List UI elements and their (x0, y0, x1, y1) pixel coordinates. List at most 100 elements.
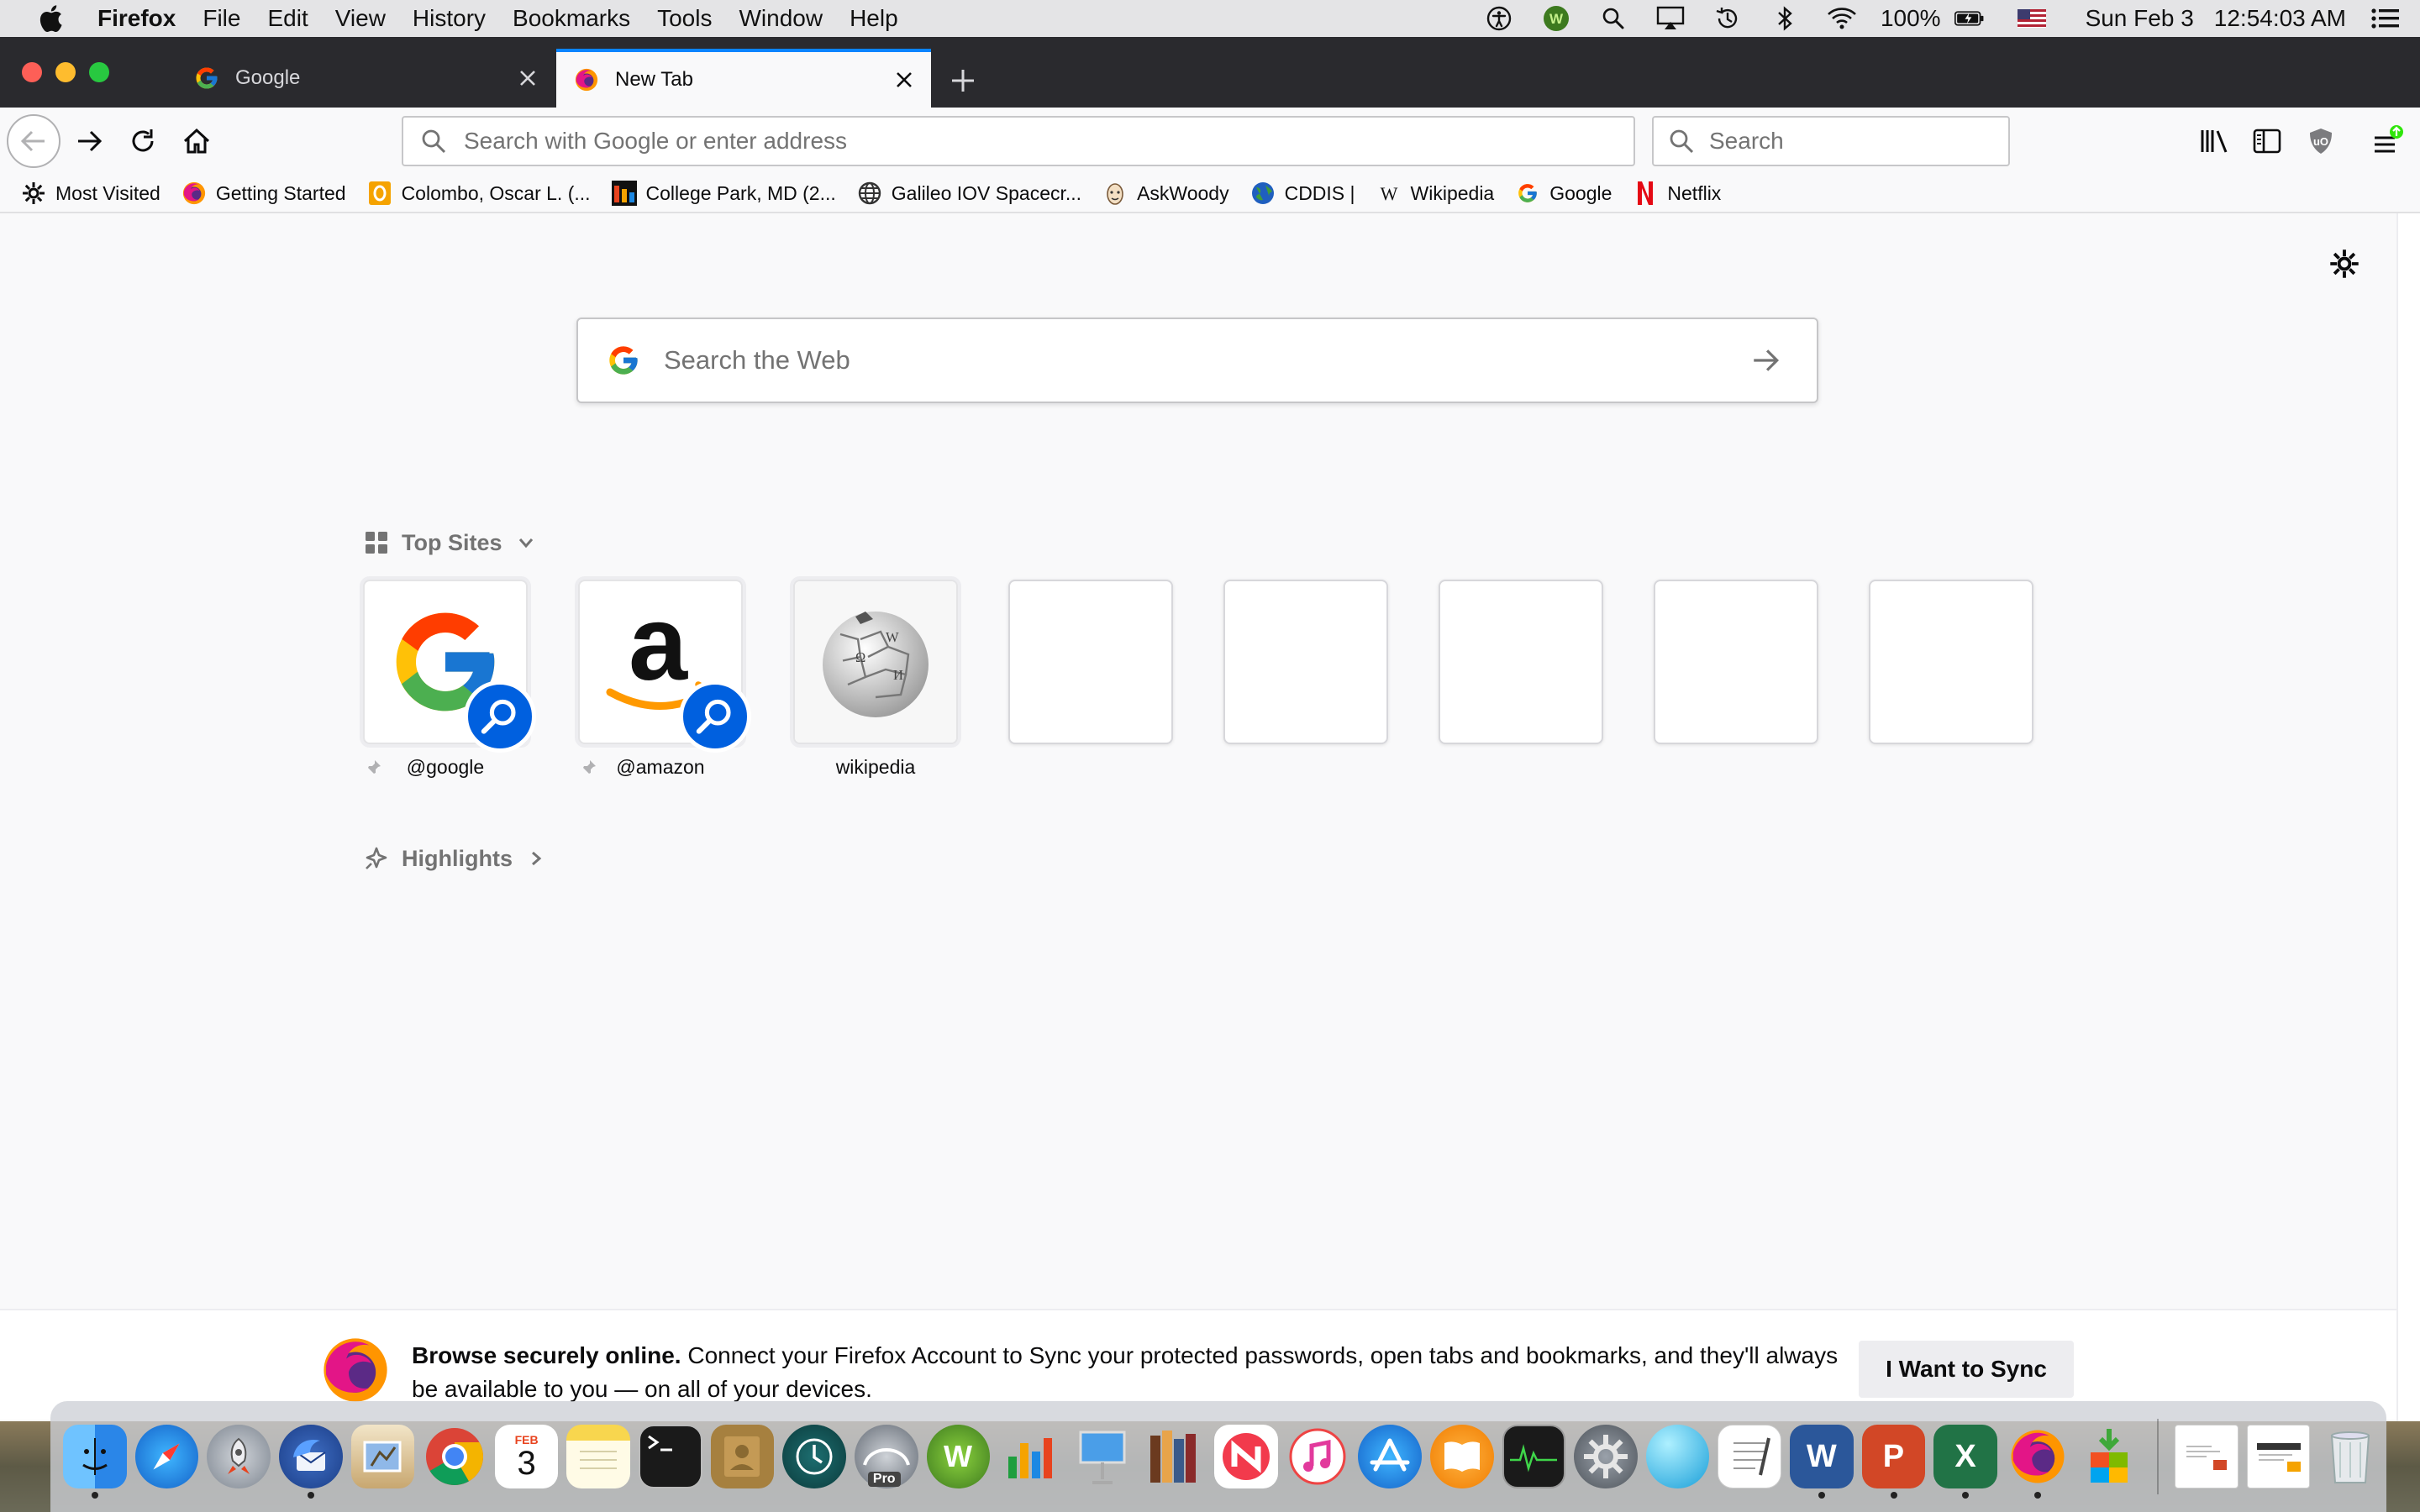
top-site-wikipedia[interactable]: Ω W И (793, 580, 958, 744)
time-machine-status-icon[interactable] (1712, 3, 1743, 34)
chevron-down-icon[interactable] (514, 531, 538, 554)
menu-edit[interactable]: Edit (267, 5, 308, 32)
top-site-label[interactable]: @amazon (578, 756, 743, 779)
search-go-arrow-icon[interactable] (1744, 339, 1786, 381)
minimized-window-thumbnail[interactable] (2175, 1425, 2238, 1488)
chrome-icon[interactable] (423, 1425, 487, 1488)
ublock-origin-icon[interactable]: uO (2297, 118, 2344, 165)
us-flag-icon[interactable] (2017, 3, 2047, 34)
top-site-amazon[interactable]: a (578, 580, 751, 753)
powerpoint-icon[interactable]: P (1861, 1425, 1926, 1499)
time-machine-icon[interactable] (782, 1425, 846, 1488)
bluetooth-icon[interactable] (1770, 3, 1800, 34)
new-tab-button[interactable] (943, 60, 983, 101)
web-search-box[interactable] (576, 318, 1818, 403)
tab-google[interactable]: Google (176, 49, 555, 108)
top-site-empty-slot[interactable] (1439, 580, 1603, 744)
numbers-icon[interactable] (998, 1425, 1062, 1488)
mercury-icon[interactable] (1645, 1425, 1710, 1488)
url-input[interactable] (464, 120, 1634, 162)
home-button[interactable] (171, 116, 222, 166)
search-input[interactable] (1709, 120, 2012, 162)
minimize-window-button[interactable] (55, 62, 76, 82)
excel-icon[interactable]: X (1933, 1425, 1997, 1499)
page-settings-gear-icon[interactable] (2326, 245, 2363, 282)
chevron-right-icon[interactable] (524, 847, 548, 870)
word-icon[interactable]: W (1790, 1425, 1854, 1499)
wunderlist-status-icon[interactable]: W (1541, 3, 1571, 34)
menu-file[interactable]: File (203, 5, 240, 32)
top-site-empty-slot[interactable] (1008, 580, 1173, 744)
clock-time[interactable]: 12:54:03 AM (2214, 5, 2346, 32)
top-sites-header[interactable]: Top Sites (363, 529, 538, 556)
airplay-icon[interactable] (1655, 3, 1686, 34)
bookmark-college-park[interactable]: College Park, MD (2... (611, 180, 836, 207)
launchpad-icon[interactable] (207, 1425, 271, 1488)
tab-new-tab[interactable]: New Tab (556, 49, 931, 108)
bookmark-most-visited[interactable]: Most Visited (20, 180, 160, 207)
system-preferences-icon[interactable] (1574, 1425, 1638, 1488)
books-icon[interactable] (1429, 1425, 1494, 1488)
menu-app-name[interactable]: Firefox (97, 5, 176, 32)
close-tab-icon[interactable] (887, 63, 921, 97)
accessibility-icon[interactable] (1484, 3, 1514, 34)
mail-icon[interactable] (350, 1425, 415, 1488)
wifi-icon[interactable] (1827, 3, 1857, 34)
calibre-icon[interactable] (1142, 1425, 1206, 1488)
textedit-icon[interactable] (1718, 1425, 1782, 1488)
top-site-label[interactable]: @google (363, 756, 528, 779)
library-button[interactable] (2191, 118, 2238, 165)
forward-button[interactable] (64, 116, 114, 166)
earth-pro-icon[interactable]: Pro (854, 1425, 918, 1488)
close-tab-icon[interactable] (511, 61, 544, 95)
app-menu-button[interactable] (2363, 118, 2410, 165)
bookmark-askwoody[interactable]: AskWoody (1102, 180, 1229, 207)
web-search-input[interactable] (664, 339, 1744, 381)
bookmark-netflix[interactable]: Netflix (1632, 180, 1721, 207)
top-site-empty-slot[interactable] (1223, 580, 1388, 744)
trash-icon[interactable] (2318, 1425, 2382, 1488)
bookmark-galileo[interactable]: Galileo IOV Spacecr... (856, 180, 1081, 207)
sidebar-toggle-button[interactable] (2244, 118, 2291, 165)
keynote-icon[interactable] (1071, 1425, 1134, 1488)
activity-monitor-icon[interactable] (1502, 1425, 1566, 1488)
bookmark-cddis[interactable]: CDDIS | (1249, 180, 1355, 207)
app-store-icon[interactable] (1358, 1425, 1422, 1488)
clock-date[interactable]: Sun Feb 3 (2086, 5, 2194, 32)
safari-icon[interactable] (134, 1425, 199, 1488)
top-site-label[interactable]: wikipedia (793, 756, 958, 779)
reload-button[interactable] (118, 116, 168, 166)
menu-window[interactable]: Window (739, 5, 823, 32)
zoom-window-button[interactable] (89, 62, 109, 82)
firefox-icon[interactable] (2006, 1425, 2070, 1499)
close-window-button[interactable] (22, 62, 42, 82)
terminal-icon[interactable] (639, 1425, 702, 1488)
spotlight-icon[interactable] (1598, 3, 1628, 34)
finder-icon[interactable] (63, 1425, 127, 1499)
itunes-icon[interactable] (1286, 1425, 1350, 1488)
bookmark-google[interactable]: Google (1514, 180, 1612, 207)
menu-history[interactable]: History (413, 5, 486, 32)
thunderbird-icon[interactable] (278, 1425, 343, 1499)
menu-bookmarks[interactable]: Bookmarks (513, 5, 630, 32)
want-to-sync-button[interactable]: I Want to Sync (1859, 1341, 2074, 1398)
battery-icon[interactable] (1954, 3, 1985, 34)
top-site-empty-slot[interactable] (1654, 580, 1818, 744)
installer-icon[interactable] (2078, 1425, 2142, 1488)
url-bar[interactable] (402, 116, 1635, 166)
apple-menu-icon[interactable] (34, 2, 67, 35)
wunderlist-icon[interactable]: W (926, 1425, 991, 1488)
bookmark-colombo[interactable]: Colombo, Oscar L. (... (366, 180, 591, 207)
calendar-icon[interactable]: FEB 3 (494, 1425, 559, 1488)
search-bar[interactable] (1652, 116, 2012, 166)
scrollbar-track[interactable] (2396, 213, 2420, 1421)
menu-view[interactable]: View (335, 5, 386, 32)
back-button[interactable] (7, 114, 60, 168)
news-icon[interactable] (1214, 1425, 1278, 1488)
notification-center-icon[interactable] (2370, 3, 2400, 34)
top-site-google[interactable] (363, 580, 536, 753)
minimized-window-thumbnail[interactable] (2246, 1425, 2311, 1488)
bookmark-getting-started[interactable]: Getting Started (181, 180, 346, 207)
top-site-empty-slot[interactable] (1869, 580, 2033, 744)
bookmark-wikipedia[interactable]: W Wikipedia (1376, 180, 1494, 207)
